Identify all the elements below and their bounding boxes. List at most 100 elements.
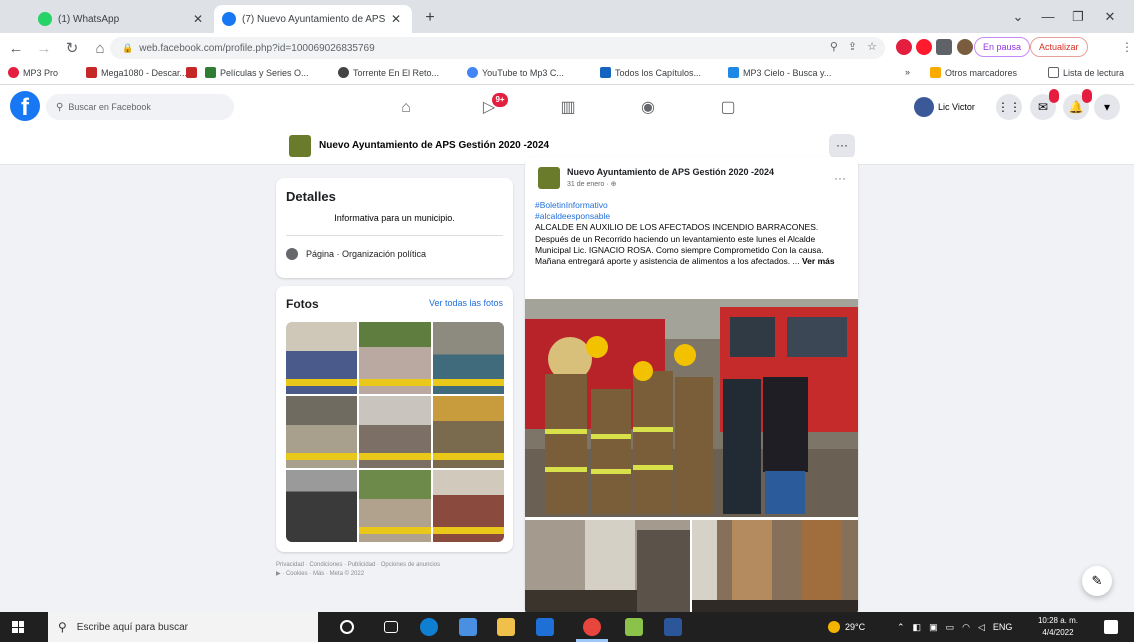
photo-thumbnail[interactable]: [359, 470, 431, 542]
profile-paused-button[interactable]: En pausa: [974, 37, 1031, 57]
bookmark-item[interactable]: Torrente En El Reto...: [338, 67, 439, 78]
word-icon[interactable]: [664, 618, 682, 636]
cortana-icon[interactable]: [340, 620, 354, 634]
bookmark-item[interactable]: [186, 67, 201, 78]
zoom-icon[interactable]: ⚲: [830, 40, 838, 53]
window-close-button[interactable]: ✕: [1090, 0, 1130, 33]
post-author-avatar[interactable]: [538, 167, 560, 189]
reading-list[interactable]: Lista de lectura: [1048, 67, 1124, 78]
lock-icon[interactable]: 🔒: [122, 43, 133, 54]
bookmark-item[interactable]: Todos los Capítulos...: [600, 67, 701, 78]
bookmark-item[interactable]: Mega1080 - Descar...: [86, 67, 187, 78]
notifications-button[interactable]: 🔔: [1063, 89, 1092, 120]
bookmark-item[interactable]: MP3 Pro: [8, 67, 58, 78]
photo-thumbnail[interactable]: [432, 396, 504, 468]
post-photo-burned-room[interactable]: [525, 520, 690, 617]
bookmarks-overflow-icon[interactable]: »: [905, 67, 910, 77]
post-photo-burned-wall[interactable]: [692, 520, 858, 617]
menu-grid-button[interactable]: ⋮⋮: [996, 94, 1022, 120]
post-photo-firefighters[interactable]: [525, 299, 858, 517]
store-icon[interactable]: [459, 618, 477, 636]
new-message-button[interactable]: ✎: [1082, 566, 1112, 596]
back-icon[interactable]: ←: [4, 40, 28, 57]
hashtag-link[interactable]: #BoletinInformativo: [535, 200, 850, 211]
bookmark-item[interactable]: MP3 Cielo - Busca y...: [728, 67, 831, 78]
chrome-icon[interactable]: [583, 618, 601, 636]
account-menu-button[interactable]: ▾: [1094, 94, 1120, 120]
avatar: [914, 97, 934, 117]
search-icon: ⚲: [56, 101, 64, 113]
clock[interactable]: 10:28 a. m. 4/4/2022: [1036, 615, 1080, 639]
opera-icon[interactable]: [916, 39, 932, 55]
battery-icon[interactable]: ▭: [946, 622, 955, 633]
language-indicator[interactable]: ENG: [993, 622, 1013, 632]
task-view-icon[interactable]: [384, 621, 398, 633]
address-bar[interactable]: 🔒 web.facebook.com/profile.php?id=100069…: [110, 37, 885, 59]
network-icon[interactable]: ◧: [913, 622, 922, 633]
marketplace-nav-icon[interactable]: ▥: [557, 97, 579, 119]
footer-links: Privacidad · Condiciones · Publicidad · …: [276, 561, 513, 579]
photo-thumbnail[interactable]: [286, 470, 358, 542]
mail-icon[interactable]: [536, 618, 554, 636]
groups-nav-icon[interactable]: ◉: [637, 97, 659, 119]
photo-thumbnail[interactable]: [286, 322, 358, 394]
share-icon[interactable]: ⇪: [848, 40, 857, 53]
page-logo-icon[interactable]: [289, 135, 311, 157]
chevron-up-icon[interactable]: ⌃: [897, 622, 905, 633]
post-author[interactable]: Nuevo Ayuntamiento de APS Gestión 2020 -…: [567, 167, 774, 177]
other-bookmarks[interactable]: Otros marcadores: [930, 67, 1017, 78]
facebook-logo-icon[interactable]: f: [10, 91, 40, 121]
home-nav-icon[interactable]: ⌂: [395, 97, 417, 119]
forward-icon[interactable]: →: [32, 40, 56, 57]
extensions-puzzle-icon[interactable]: [936, 39, 952, 55]
new-tab-button[interactable]: +: [420, 8, 440, 28]
footer-line[interactable]: ▶ · Cookies · Más · Meta © 2022: [276, 570, 513, 579]
details-card: Detalles Informativa para un municipio. …: [276, 178, 513, 278]
photo-thumbnail[interactable]: [359, 322, 431, 394]
hashtag-link[interactable]: #alcaldeesponsable: [535, 211, 850, 222]
tab-facebook[interactable]: (7) Nuevo Ayuntamiento de APS ✕: [214, 5, 412, 33]
page-more-button[interactable]: ···: [829, 134, 855, 158]
bookmark-star-icon[interactable]: ☆: [867, 40, 877, 53]
url-text: web.facebook.com/profile.php?id=10006902…: [139, 42, 375, 54]
reload-icon[interactable]: ↻: [60, 39, 84, 57]
footer-line[interactable]: Privacidad · Condiciones · Publicidad · …: [276, 561, 513, 570]
notification-center-icon[interactable]: [1104, 620, 1118, 634]
photo-thumbnail[interactable]: [359, 396, 431, 468]
post-options-button[interactable]: ···: [834, 171, 846, 185]
post-timestamp[interactable]: 31 de enero · ⊕: [567, 180, 616, 188]
messenger-button[interactable]: ✉: [1030, 89, 1059, 120]
see-more-link[interactable]: Ver más: [802, 256, 835, 266]
update-browser-button[interactable]: Actualizar: [1030, 37, 1088, 57]
facebook-search-input[interactable]: ⚲ Buscar en Facebook: [46, 94, 234, 120]
windows-start-icon[interactable]: [12, 621, 24, 633]
wifi-icon[interactable]: ◠: [962, 622, 970, 633]
watch-nav-icon[interactable]: ▷ 9+: [478, 93, 508, 119]
browser-tab-strip: (1) WhatsApp ✕ (7) Nuevo Ayuntamiento de…: [0, 0, 1134, 33]
browser-menu-icon[interactable]: ⋮: [1121, 40, 1133, 54]
whatsapp-icon: [38, 12, 52, 26]
profile-avatar-icon[interactable]: [957, 39, 973, 55]
volume-icon[interactable]: ◁: [978, 622, 985, 633]
photo-thumbnail[interactable]: [432, 470, 504, 542]
gaming-nav-icon[interactable]: ▢: [717, 97, 739, 119]
see-all-photos-link[interactable]: Ver todas las fotos: [429, 298, 503, 308]
photo-thumbnail[interactable]: [432, 322, 504, 394]
taskbar-search-input[interactable]: ⚲ Escribe aquí para buscar: [48, 612, 318, 642]
meet-icon[interactable]: ▣: [929, 622, 938, 633]
home-icon[interactable]: ⌂: [88, 40, 112, 57]
close-icon[interactable]: ✕: [388, 12, 404, 26]
bookmark-item[interactable]: YouTube to Mp3 C...: [467, 67, 564, 78]
extension-icon[interactable]: [896, 39, 912, 55]
app-icon[interactable]: [625, 618, 643, 636]
edge-icon[interactable]: [420, 618, 438, 636]
file-explorer-icon[interactable]: [497, 618, 515, 636]
bookmark-item[interactable]: Películas y Series O...: [205, 67, 309, 78]
photos-card: Fotos Ver todas las fotos: [276, 286, 513, 552]
close-icon[interactable]: ✕: [190, 12, 206, 26]
photo-thumbnail[interactable]: [286, 396, 358, 468]
weather-widget[interactable]: 29°C: [828, 612, 865, 642]
profile-shortcut[interactable]: Lic Victor: [914, 96, 975, 118]
tab-whatsapp[interactable]: (1) WhatsApp ✕: [30, 5, 214, 33]
page-title[interactable]: Nuevo Ayuntamiento de APS Gestión 2020 -…: [319, 140, 549, 151]
